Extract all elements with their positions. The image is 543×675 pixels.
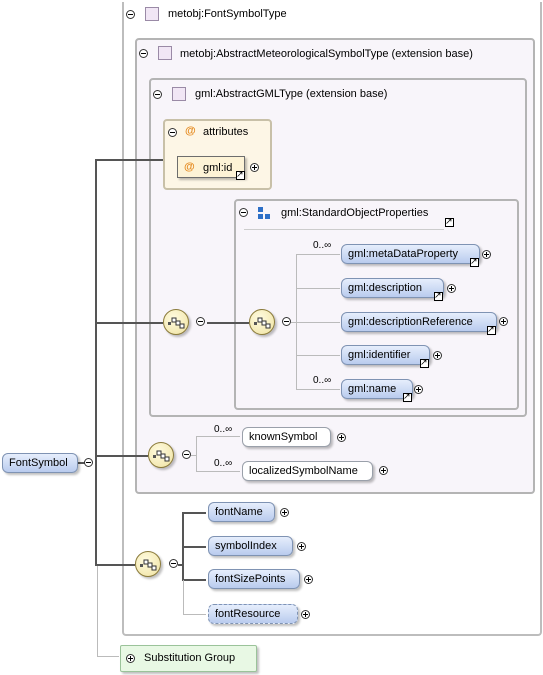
element-fontsizepoints[interactable]: fontSizePoints: [208, 569, 300, 589]
collapse-toggle-abstract-gml[interactable]: [153, 90, 162, 99]
collapse-toggle-sequence[interactable]: [282, 317, 291, 326]
substitution-group-label: Substitution Group: [144, 652, 236, 664]
connector-line: [182, 546, 206, 548]
collapse-toggle-sequence[interactable]: [196, 317, 205, 326]
reference-arrow-icon: [420, 356, 429, 368]
expand-toggle-name[interactable]: [414, 385, 423, 394]
connector-line: [296, 254, 340, 255]
connector-line: [183, 580, 184, 614]
collapse-toggle-sequence[interactable]: [169, 559, 178, 568]
expand-toggle-substitution-group[interactable]: [126, 654, 135, 663]
expand-toggle-localizedsymbolname[interactable]: [379, 466, 388, 475]
reference-arrow-icon: [470, 255, 479, 267]
reference-arrow-icon: [445, 215, 454, 227]
complex-type-icon: [172, 87, 186, 101]
collapse-toggle-font-symbol-type[interactable]: [126, 10, 135, 19]
group-icon: [258, 207, 270, 219]
attribute-at-icon: @: [185, 125, 196, 137]
expand-toggle-description[interactable]: [447, 284, 456, 293]
element-gml-identifier[interactable]: gml:identifier: [341, 345, 430, 365]
element-localizedsymbolname[interactable]: localizedSymbolName: [242, 461, 373, 481]
element-gml-description[interactable]: gml:description: [341, 278, 444, 298]
type-label-abstract-gml: gml:AbstractGMLType (extension base): [195, 88, 388, 100]
expand-toggle-symbolindex[interactable]: [297, 542, 306, 551]
connector-line: [95, 159, 97, 566]
connector-line: [196, 436, 240, 437]
reference-arrow-icon: [236, 168, 245, 180]
sequence-compositor-icon[interactable]: [249, 309, 275, 335]
connector-line: [95, 455, 148, 457]
collapse-toggle-abstract-meteorological[interactable]: [139, 49, 148, 58]
connector-line: [296, 389, 340, 390]
expand-toggle-metadataproperty[interactable]: [482, 250, 491, 259]
collapse-toggle-root[interactable]: [84, 458, 93, 467]
complex-type-icon: [145, 7, 159, 21]
element-gml-descriptionreference[interactable]: gml:descriptionReference: [341, 312, 497, 332]
reference-arrow-icon: [434, 289, 443, 301]
connector-line: [196, 436, 197, 472]
cardinality-label: 0..∞: [214, 458, 233, 469]
expand-toggle-fontname[interactable]: [280, 508, 289, 517]
connector-line: [191, 455, 196, 456]
sequence-compositor-icon[interactable]: [135, 551, 161, 577]
connector-line: [183, 614, 206, 615]
connector-line: [97, 656, 119, 657]
connector-line: [97, 566, 98, 656]
collapse-toggle-standard-object-properties[interactable]: [239, 208, 248, 217]
connector-line: [182, 512, 206, 514]
cardinality-label: 0..∞: [214, 424, 233, 435]
connector-line: [207, 322, 249, 324]
collapse-toggle-choice[interactable]: [182, 450, 191, 459]
connector-line: [296, 288, 340, 289]
expand-toggle-descriptionreference[interactable]: [499, 317, 508, 326]
cardinality-label: 0..∞: [313, 375, 332, 386]
type-label-abstract-meteorological: metobj:AbstractMeteorologicalSymbolType …: [180, 48, 473, 60]
reference-arrow-icon: [403, 390, 412, 402]
element-gml-metadataproperty[interactable]: gml:metaDataProperty: [341, 244, 480, 264]
cardinality-label: 0..∞: [313, 240, 332, 251]
type-label-font-symbol: metobj:FontSymbolType: [168, 8, 287, 20]
expand-toggle-identifier[interactable]: [433, 351, 442, 360]
reference-arrow-icon: [487, 323, 496, 335]
expand-toggle-gml-id[interactable]: [250, 163, 259, 172]
attribute-label-gml-id: gml:id: [203, 162, 233, 174]
expand-toggle-fontresource[interactable]: [301, 610, 310, 619]
expand-toggle-knownsymbol[interactable]: [337, 433, 346, 442]
connector-line: [95, 159, 163, 161]
sequence-compositor-icon[interactable]: [163, 309, 189, 335]
element-fontname[interactable]: fontName: [208, 502, 275, 522]
element-knownsymbol[interactable]: knownSymbol: [242, 427, 331, 447]
complex-type-icon: [158, 46, 172, 60]
connector-line: [196, 471, 240, 472]
choice-compositor-icon[interactable]: [148, 442, 174, 468]
connector-line: [95, 564, 135, 566]
element-symbolindex[interactable]: symbolIndex: [208, 536, 293, 556]
connector-line: [182, 579, 206, 581]
collapse-toggle-attributes[interactable]: [168, 128, 177, 137]
connector-line: [95, 322, 163, 324]
root-element-font-symbol[interactable]: FontSymbol: [2, 453, 78, 473]
expand-toggle-fontsizepoints[interactable]: [304, 575, 313, 584]
element-fontresource[interactable]: fontResource: [208, 604, 298, 624]
connector-line: [296, 355, 340, 356]
attributes-title: attributes: [203, 126, 249, 138]
attribute-at-icon: @: [184, 161, 195, 173]
group-label-standard-object-properties: gml:StandardObjectProperties: [281, 207, 429, 219]
connector-line: [296, 322, 340, 323]
connector-line: [178, 564, 184, 566]
group-underline: [244, 229, 444, 230]
